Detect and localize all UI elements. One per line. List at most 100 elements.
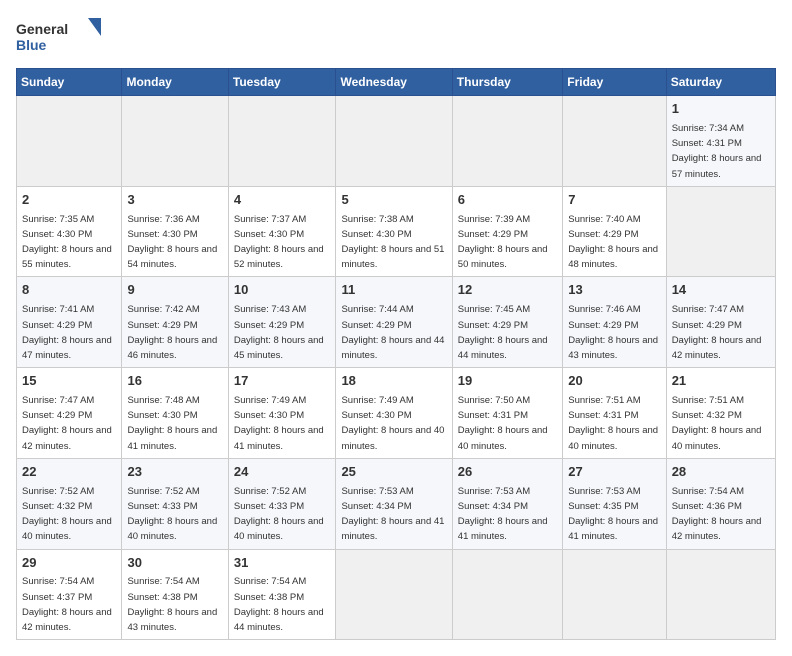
day-number: 8 bbox=[22, 281, 116, 300]
empty-cell bbox=[452, 96, 562, 187]
day-number: 6 bbox=[458, 191, 557, 210]
empty-cell bbox=[228, 96, 336, 187]
day-number: 28 bbox=[672, 463, 770, 482]
day-info: Sunrise: 7:46 AMSunset: 4:29 PMDaylight:… bbox=[568, 304, 658, 361]
calendar-day-cell: 13 Sunrise: 7:46 AMSunset: 4:29 PMDayligh… bbox=[563, 277, 666, 368]
day-number: 22 bbox=[22, 463, 116, 482]
day-number: 4 bbox=[234, 191, 331, 210]
day-number: 13 bbox=[568, 281, 660, 300]
empty-cell bbox=[666, 549, 775, 640]
day-info: Sunrise: 7:47 AMSunset: 4:29 PMDaylight:… bbox=[672, 304, 762, 361]
calendar-day-cell: 26 Sunrise: 7:53 AMSunset: 4:34 PMDayligh… bbox=[452, 458, 562, 549]
day-number: 23 bbox=[127, 463, 222, 482]
weekday-header-row: SundayMondayTuesdayWednesdayThursdayFrid… bbox=[17, 69, 776, 96]
weekday-header: Sunday bbox=[17, 69, 122, 96]
empty-cell bbox=[17, 96, 122, 187]
calendar-day-cell: 30 Sunrise: 7:54 AMSunset: 4:38 PMDayligh… bbox=[122, 549, 228, 640]
day-info: Sunrise: 7:47 AMSunset: 4:29 PMDaylight:… bbox=[22, 395, 112, 452]
empty-cell bbox=[452, 549, 562, 640]
day-info: Sunrise: 7:52 AMSunset: 4:33 PMDaylight:… bbox=[127, 486, 217, 543]
calendar-day-cell: 20 Sunrise: 7:51 AMSunset: 4:31 PMDayligh… bbox=[563, 368, 666, 459]
day-number: 31 bbox=[234, 554, 331, 573]
calendar-day-cell: 19 Sunrise: 7:50 AMSunset: 4:31 PMDayligh… bbox=[452, 368, 562, 459]
day-number: 25 bbox=[341, 463, 446, 482]
day-info: Sunrise: 7:43 AMSunset: 4:29 PMDaylight:… bbox=[234, 304, 324, 361]
day-info: Sunrise: 7:50 AMSunset: 4:31 PMDaylight:… bbox=[458, 395, 548, 452]
calendar-week-row: 2Sunrise: 7:35 AMSunset: 4:30 PMDaylight… bbox=[17, 186, 776, 277]
day-info: Sunrise: 7:51 AMSunset: 4:31 PMDaylight:… bbox=[568, 395, 658, 452]
calendar-day-cell: 28 Sunrise: 7:54 AMSunset: 4:36 PMDayligh… bbox=[666, 458, 775, 549]
day-number: 20 bbox=[568, 372, 660, 391]
day-info: Sunrise: 7:48 AMSunset: 4:30 PMDaylight:… bbox=[127, 395, 217, 452]
day-number: 5 bbox=[341, 191, 446, 210]
day-info: Sunrise: 7:40 AMSunset: 4:29 PMDaylight:… bbox=[568, 214, 658, 271]
day-info: Sunrise: 7:52 AMSunset: 4:33 PMDaylight:… bbox=[234, 486, 324, 543]
day-info: Sunrise: 7:53 AMSunset: 4:35 PMDaylight:… bbox=[568, 486, 658, 543]
calendar-day-cell: 11Sunrise: 7:44 AMSunset: 4:29 PMDayligh… bbox=[336, 277, 452, 368]
day-info: Sunrise: 7:35 AMSunset: 4:30 PMDaylight:… bbox=[22, 214, 112, 271]
weekday-header: Saturday bbox=[666, 69, 775, 96]
calendar-day-cell: 17Sunrise: 7:49 AMSunset: 4:30 PMDayligh… bbox=[228, 368, 336, 459]
logo-svg: General Blue bbox=[16, 16, 106, 56]
calendar-day-cell: 5 Sunrise: 7:38 AMSunset: 4:30 PMDaylight… bbox=[336, 186, 452, 277]
empty-cell bbox=[666, 186, 775, 277]
weekday-header: Thursday bbox=[452, 69, 562, 96]
calendar-day-cell: 7 Sunrise: 7:40 AMSunset: 4:29 PMDaylight… bbox=[563, 186, 666, 277]
day-number: 15 bbox=[22, 372, 116, 391]
weekday-header: Friday bbox=[563, 69, 666, 96]
day-number: 21 bbox=[672, 372, 770, 391]
day-info: Sunrise: 7:53 AMSunset: 4:34 PMDaylight:… bbox=[341, 486, 444, 543]
day-info: Sunrise: 7:36 AMSunset: 4:30 PMDaylight:… bbox=[127, 214, 217, 271]
day-number: 7 bbox=[568, 191, 660, 210]
day-number: 19 bbox=[458, 372, 557, 391]
calendar-day-cell: 6Sunrise: 7:39 AMSunset: 4:29 PMDaylight… bbox=[452, 186, 562, 277]
calendar-week-row: 1Sunrise: 7:34 AMSunset: 4:31 PMDaylight… bbox=[17, 96, 776, 187]
day-number: 9 bbox=[127, 281, 222, 300]
day-number: 26 bbox=[458, 463, 557, 482]
day-number: 14 bbox=[672, 281, 770, 300]
calendar-day-cell: 1Sunrise: 7:34 AMSunset: 4:31 PMDaylight… bbox=[666, 96, 775, 187]
day-info: Sunrise: 7:42 AMSunset: 4:29 PMDaylight:… bbox=[127, 304, 217, 361]
day-info: Sunrise: 7:41 AMSunset: 4:29 PMDaylight:… bbox=[22, 304, 112, 361]
calendar-day-cell: 24Sunrise: 7:52 AMSunset: 4:33 PMDayligh… bbox=[228, 458, 336, 549]
day-number: 3 bbox=[127, 191, 222, 210]
day-number: 1 bbox=[672, 100, 770, 119]
calendar-day-cell: 22 Sunrise: 7:52 AMSunset: 4:32 PMDayligh… bbox=[17, 458, 122, 549]
day-info: Sunrise: 7:51 AMSunset: 4:32 PMDaylight:… bbox=[672, 395, 762, 452]
calendar-day-cell: 21 Sunrise: 7:51 AMSunset: 4:32 PMDayligh… bbox=[666, 368, 775, 459]
day-info: Sunrise: 7:53 AMSunset: 4:34 PMDaylight:… bbox=[458, 486, 548, 543]
calendar-day-cell: 16 Sunrise: 7:48 AMSunset: 4:30 PMDayligh… bbox=[122, 368, 228, 459]
day-number: 18 bbox=[341, 372, 446, 391]
weekday-header: Wednesday bbox=[336, 69, 452, 96]
day-info: Sunrise: 7:54 AMSunset: 4:38 PMDaylight:… bbox=[127, 576, 217, 633]
day-info: Sunrise: 7:52 AMSunset: 4:32 PMDaylight:… bbox=[22, 486, 112, 543]
calendar-day-cell: 23 Sunrise: 7:52 AMSunset: 4:33 PMDayligh… bbox=[122, 458, 228, 549]
calendar-day-cell: 10 Sunrise: 7:43 AMSunset: 4:29 PMDayligh… bbox=[228, 277, 336, 368]
empty-cell bbox=[336, 96, 452, 187]
calendar-day-cell: 4Sunrise: 7:37 AMSunset: 4:30 PMDaylight… bbox=[228, 186, 336, 277]
day-info: Sunrise: 7:49 AMSunset: 4:30 PMDaylight:… bbox=[341, 395, 444, 452]
day-info: Sunrise: 7:38 AMSunset: 4:30 PMDaylight:… bbox=[341, 214, 444, 271]
day-number: 10 bbox=[234, 281, 331, 300]
day-number: 11 bbox=[341, 281, 446, 300]
calendar-day-cell: 9 Sunrise: 7:42 AMSunset: 4:29 PMDaylight… bbox=[122, 277, 228, 368]
day-info: Sunrise: 7:45 AMSunset: 4:29 PMDaylight:… bbox=[458, 304, 548, 361]
day-info: Sunrise: 7:54 AMSunset: 4:38 PMDaylight:… bbox=[234, 576, 324, 633]
day-number: 30 bbox=[127, 554, 222, 573]
weekday-header: Monday bbox=[122, 69, 228, 96]
calendar-day-cell: 15 Sunrise: 7:47 AMSunset: 4:29 PMDayligh… bbox=[17, 368, 122, 459]
calendar-day-cell: 25 Sunrise: 7:53 AMSunset: 4:34 PMDayligh… bbox=[336, 458, 452, 549]
day-info: Sunrise: 7:54 AMSunset: 4:36 PMDaylight:… bbox=[672, 486, 762, 543]
calendar-week-row: 29Sunrise: 7:54 AMSunset: 4:37 PMDayligh… bbox=[17, 549, 776, 640]
calendar-week-row: 22 Sunrise: 7:52 AMSunset: 4:32 PMDayligh… bbox=[17, 458, 776, 549]
calendar-day-cell: 8 Sunrise: 7:41 AMSunset: 4:29 PMDaylight… bbox=[17, 277, 122, 368]
calendar-day-cell: 3 Sunrise: 7:36 AMSunset: 4:30 PMDaylight… bbox=[122, 186, 228, 277]
empty-cell bbox=[563, 549, 666, 640]
calendar-table: SundayMondayTuesdayWednesdayThursdayFrid… bbox=[16, 68, 776, 640]
calendar-day-cell: 31 Sunrise: 7:54 AMSunset: 4:38 PMDayligh… bbox=[228, 549, 336, 640]
day-info: Sunrise: 7:49 AMSunset: 4:30 PMDaylight:… bbox=[234, 395, 324, 452]
weekday-header: Tuesday bbox=[228, 69, 336, 96]
calendar-week-row: 8 Sunrise: 7:41 AMSunset: 4:29 PMDaylight… bbox=[17, 277, 776, 368]
day-number: 16 bbox=[127, 372, 222, 391]
empty-cell bbox=[563, 96, 666, 187]
